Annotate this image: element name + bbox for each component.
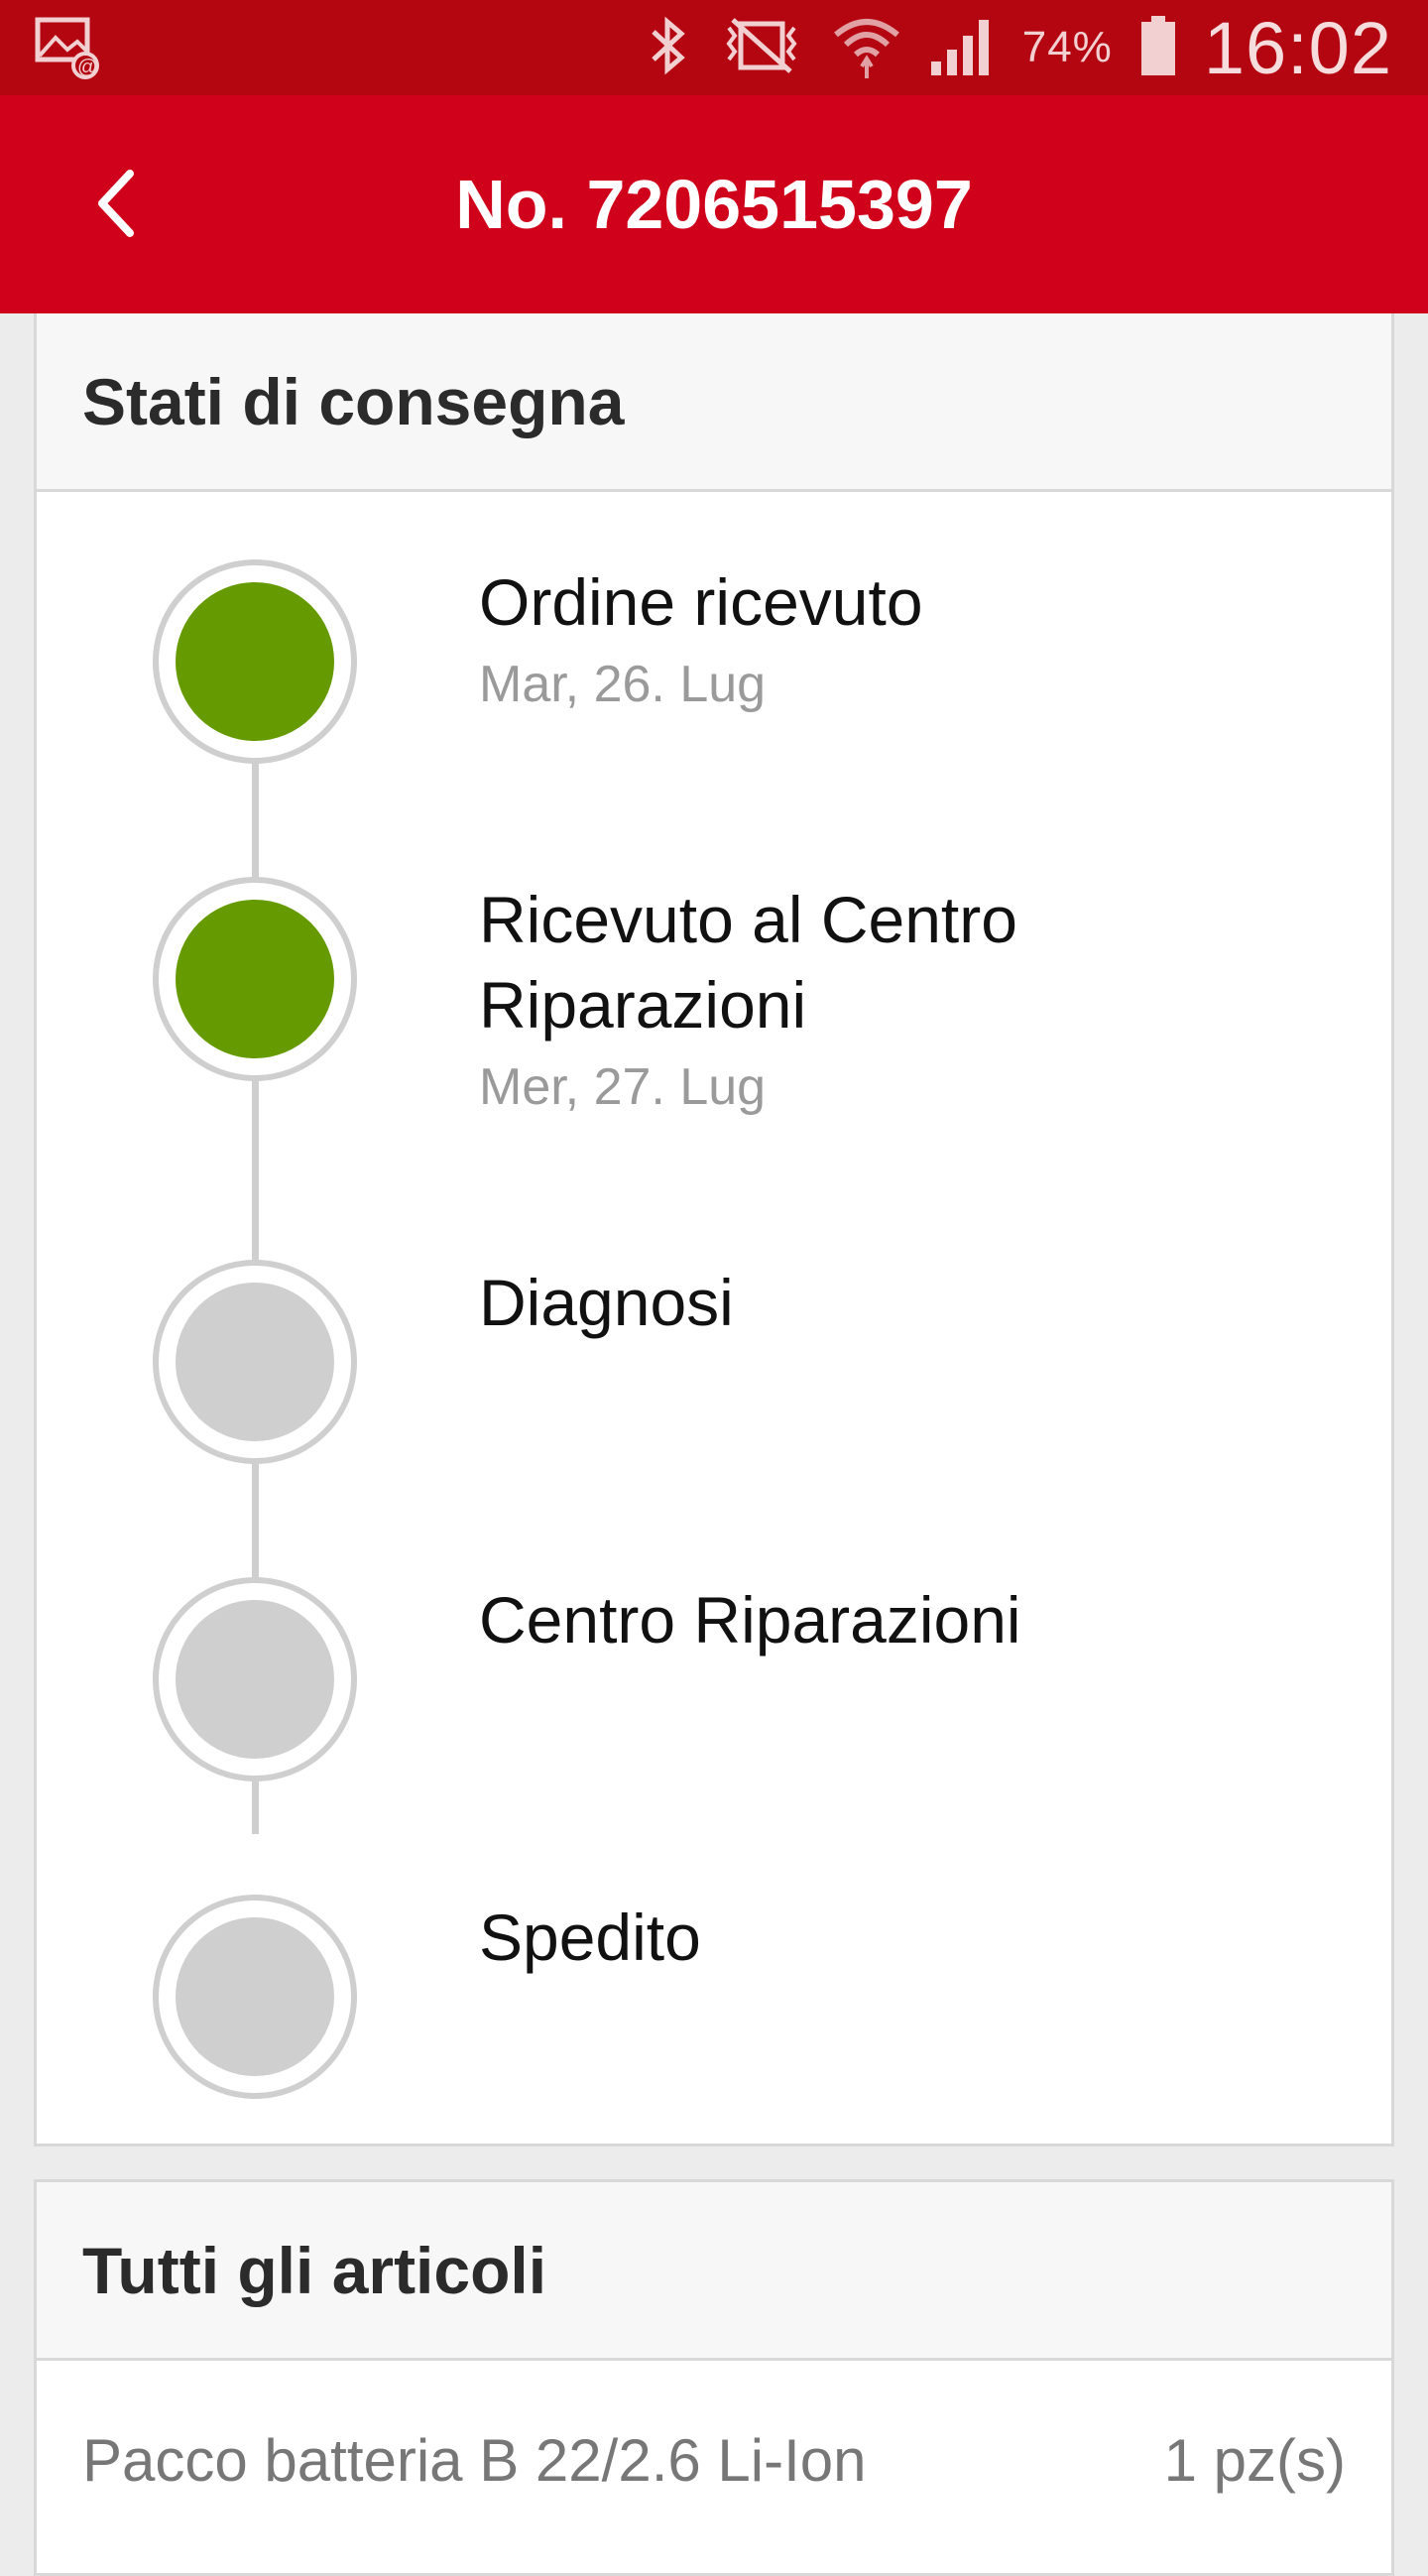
image-mail-notification-icon: @ [34, 0, 105, 95]
step-label: Ordine ricevuto [479, 565, 923, 639]
item-quantity: 1 pz(s) [1163, 2426, 1346, 2494]
bluetooth-icon [648, 14, 691, 82]
step-date: Mar, 26. Lug [479, 656, 767, 713]
vibrate-mute-icon [717, 14, 806, 82]
timeline-step: Centro Riparazioni [37, 1577, 1397, 1815]
status-icons: 74% 16:02 [648, 0, 1392, 95]
status-dot [153, 1895, 357, 2099]
app-bar: No. 7206515397 [0, 95, 1428, 313]
status-dot [153, 1577, 357, 1781]
svg-text:@: @ [77, 57, 97, 78]
wifi-icon [832, 11, 901, 85]
step-date: Mer, 27. Lug [479, 1058, 767, 1116]
timeline-step: Ricevuto al Centro Riparazioni Mer, 27. … [37, 877, 1397, 1174]
status-dot [153, 877, 357, 1081]
step-label: Spedito [479, 1901, 701, 1974]
clock: 16:02 [1203, 6, 1392, 89]
battery-icon [1138, 14, 1178, 82]
list-item[interactable]: Pacco batteria B 22/2.6 Li-Ion 1 pz(s) [37, 2361, 1391, 2559]
delivery-status-card: Stati di consegna Ordine ricevuto Mar, 2… [34, 313, 1394, 2147]
battery-percent: 74% [1021, 23, 1113, 71]
timeline-step: Spedito [37, 1895, 1397, 2133]
all-items-card: Tutti gli articoli Pacco batteria B 22/2… [34, 2179, 1394, 2576]
item-name: Pacco batteria B 22/2.6 Li-Ion [82, 2426, 867, 2494]
all-items-heading: Tutti gli articoli [37, 2182, 1391, 2361]
timeline-step: Diagnosi [37, 1260, 1397, 1498]
status-dot [153, 559, 357, 764]
delivery-status-heading: Stati di consegna [37, 313, 1391, 492]
step-label: Diagnosi [479, 1266, 734, 1339]
page-title: No. 7206515397 [455, 166, 973, 243]
status-dot [153, 1260, 357, 1464]
step-label: Ricevuto al Centro Riparazioni [479, 883, 1017, 1042]
status-bar: @ 74% 16:02 [0, 0, 1428, 95]
signal-icon [927, 14, 997, 82]
step-label: Centro Riparazioni [479, 1583, 1021, 1656]
delivery-timeline: Ordine ricevuto Mar, 26. Lug Ricevuto al… [37, 492, 1391, 2144]
timeline-step: Ordine ricevuto Mar, 26. Lug [37, 559, 1397, 797]
